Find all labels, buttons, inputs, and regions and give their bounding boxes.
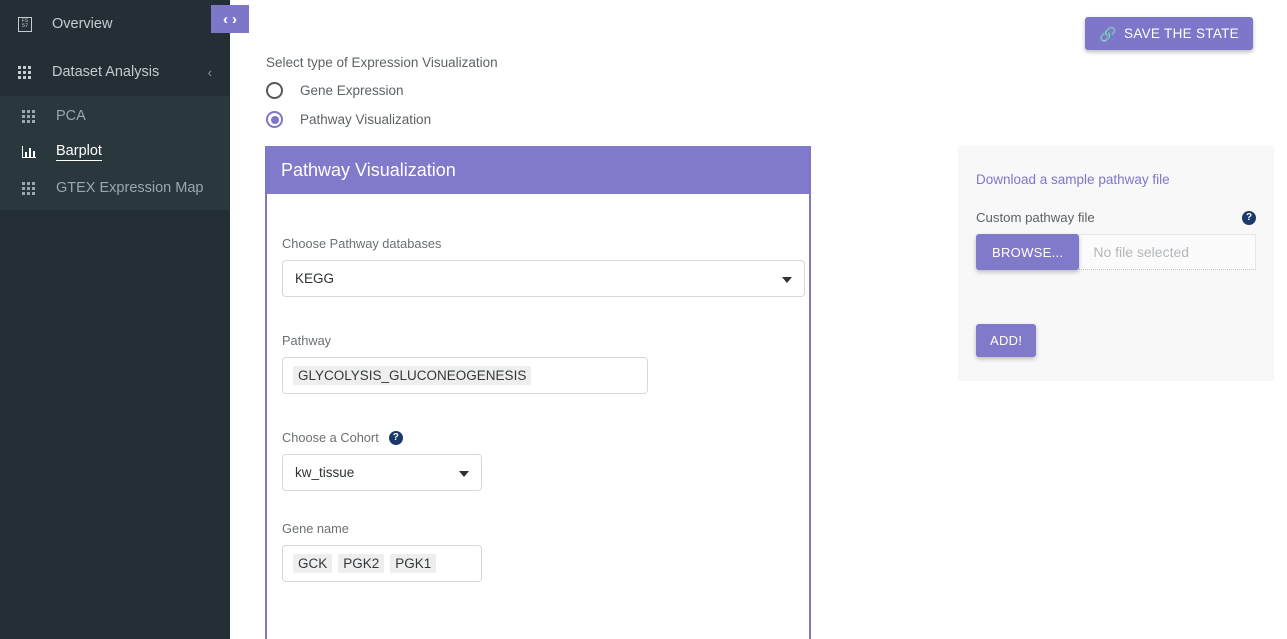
sidebar-item-overview[interactable]: F5 57 Overview — [0, 0, 230, 48]
custom-pathway-file-label-row: Custom pathway file ? — [976, 210, 1256, 225]
chevron-down-icon[interactable] — [782, 276, 792, 283]
pathway-database-value: KEGG — [295, 271, 335, 286]
chevron-left-icon[interactable]: ‹ — [208, 66, 212, 79]
main-content: 🔗 SAVE THE STATE Select type of Expressi… — [230, 0, 1287, 639]
cohort-value: kw_tissue — [295, 465, 355, 480]
sidebar-item-barplot[interactable]: Barplot — [0, 134, 230, 170]
pathway-database-label: Choose Pathway databases — [282, 236, 442, 251]
cohort-label-row: Choose a Cohort ? — [282, 430, 482, 445]
radio-circle-icon[interactable] — [266, 82, 283, 99]
save-the-state-button[interactable]: 🔗 SAVE THE STATE — [1085, 17, 1253, 50]
radio-label: Pathway Visualization — [300, 112, 432, 127]
sidebar-item-label: Barplot — [56, 143, 102, 161]
save-button-label: SAVE THE STATE — [1124, 26, 1239, 41]
chevron-right-icon[interactable]: › — [232, 12, 237, 27]
radio-label: Gene Expression — [300, 83, 404, 98]
sidebar-item-pca[interactable]: PCA — [0, 98, 230, 134]
pathway-database-select[interactable]: KEGG — [282, 260, 805, 297]
sidebar-submenu: PCA Barplot GTEX Expression Map — [0, 96, 230, 210]
barcode-icon: F5 57 — [18, 16, 40, 32]
download-sample-pathway-link[interactable]: Download a sample pathway file — [976, 172, 1170, 187]
sidebar-item-gtex-expression-map[interactable]: GTEX Expression Map — [0, 170, 230, 206]
gene-chip[interactable]: PGK1 — [390, 554, 437, 573]
gene-name-input[interactable]: GCK PGK2 PGK1 — [282, 545, 482, 582]
bar-chart-icon — [22, 146, 44, 158]
radio-circle-selected-icon[interactable] — [266, 111, 283, 128]
chevron-left-icon[interactable]: ‹ — [223, 12, 228, 27]
chevron-down-icon[interactable] — [459, 470, 469, 477]
custom-pathway-file-label: Custom pathway file — [976, 210, 1095, 225]
radio-pathway-visualization[interactable]: Pathway Visualization — [266, 111, 431, 128]
card-body: Choose Pathway databases KEGG Pathway GL… — [267, 194, 809, 582]
app-root: F5 57 Overview Dataset Analysis ‹ PCA Ba… — [0, 0, 1287, 639]
pathway-visualization-card: Pathway Visualization Choose Pathway dat… — [265, 146, 811, 639]
sidebar: F5 57 Overview Dataset Analysis ‹ PCA Ba… — [0, 0, 230, 639]
grid-icon — [18, 65, 40, 79]
pathway-input[interactable]: GLYCOLYSIS_GLUCONEOGENESIS — [282, 357, 648, 394]
help-icon[interactable]: ? — [388, 430, 403, 445]
pathway-chip[interactable]: GLYCOLYSIS_GLUCONEOGENESIS — [293, 366, 532, 385]
gene-chip[interactable]: PGK2 — [338, 554, 385, 573]
gene-chip[interactable]: GCK — [293, 554, 333, 573]
sidebar-item-label: GTEX Expression Map — [56, 180, 204, 196]
link-icon: 🔗 — [1099, 25, 1118, 42]
radio-gene-expression[interactable]: Gene Expression — [266, 82, 404, 99]
sidebar-item-dataset-analysis[interactable]: Dataset Analysis ‹ — [0, 48, 230, 96]
sidebar-item-label: PCA — [56, 108, 86, 124]
page-title: Select type of Expression Visualization — [266, 55, 498, 70]
add-button[interactable]: ADD! — [976, 324, 1037, 357]
cohort-label: Choose a Cohort — [282, 430, 379, 445]
custom-pathway-panel: Download a sample pathway file Custom pa… — [958, 146, 1274, 381]
browse-button[interactable]: BROWSE... — [976, 234, 1080, 270]
sidebar-item-label: Overview — [52, 16, 113, 32]
selected-file-name: No file selected — [1079, 234, 1256, 270]
pathway-label: Pathway — [282, 333, 332, 348]
card-title: Pathway Visualization — [267, 146, 809, 194]
file-upload-row: BROWSE... No file selected — [976, 234, 1256, 270]
sidebar-toggle-button[interactable]: ‹ › — [211, 5, 249, 33]
help-icon[interactable]: ? — [1242, 210, 1256, 225]
grid-icon — [22, 109, 44, 123]
grid-icon — [22, 181, 44, 195]
sidebar-item-label: Dataset Analysis — [52, 64, 160, 80]
cohort-select[interactable]: kw_tissue — [282, 454, 482, 491]
gene-name-label: Gene name — [282, 521, 349, 536]
